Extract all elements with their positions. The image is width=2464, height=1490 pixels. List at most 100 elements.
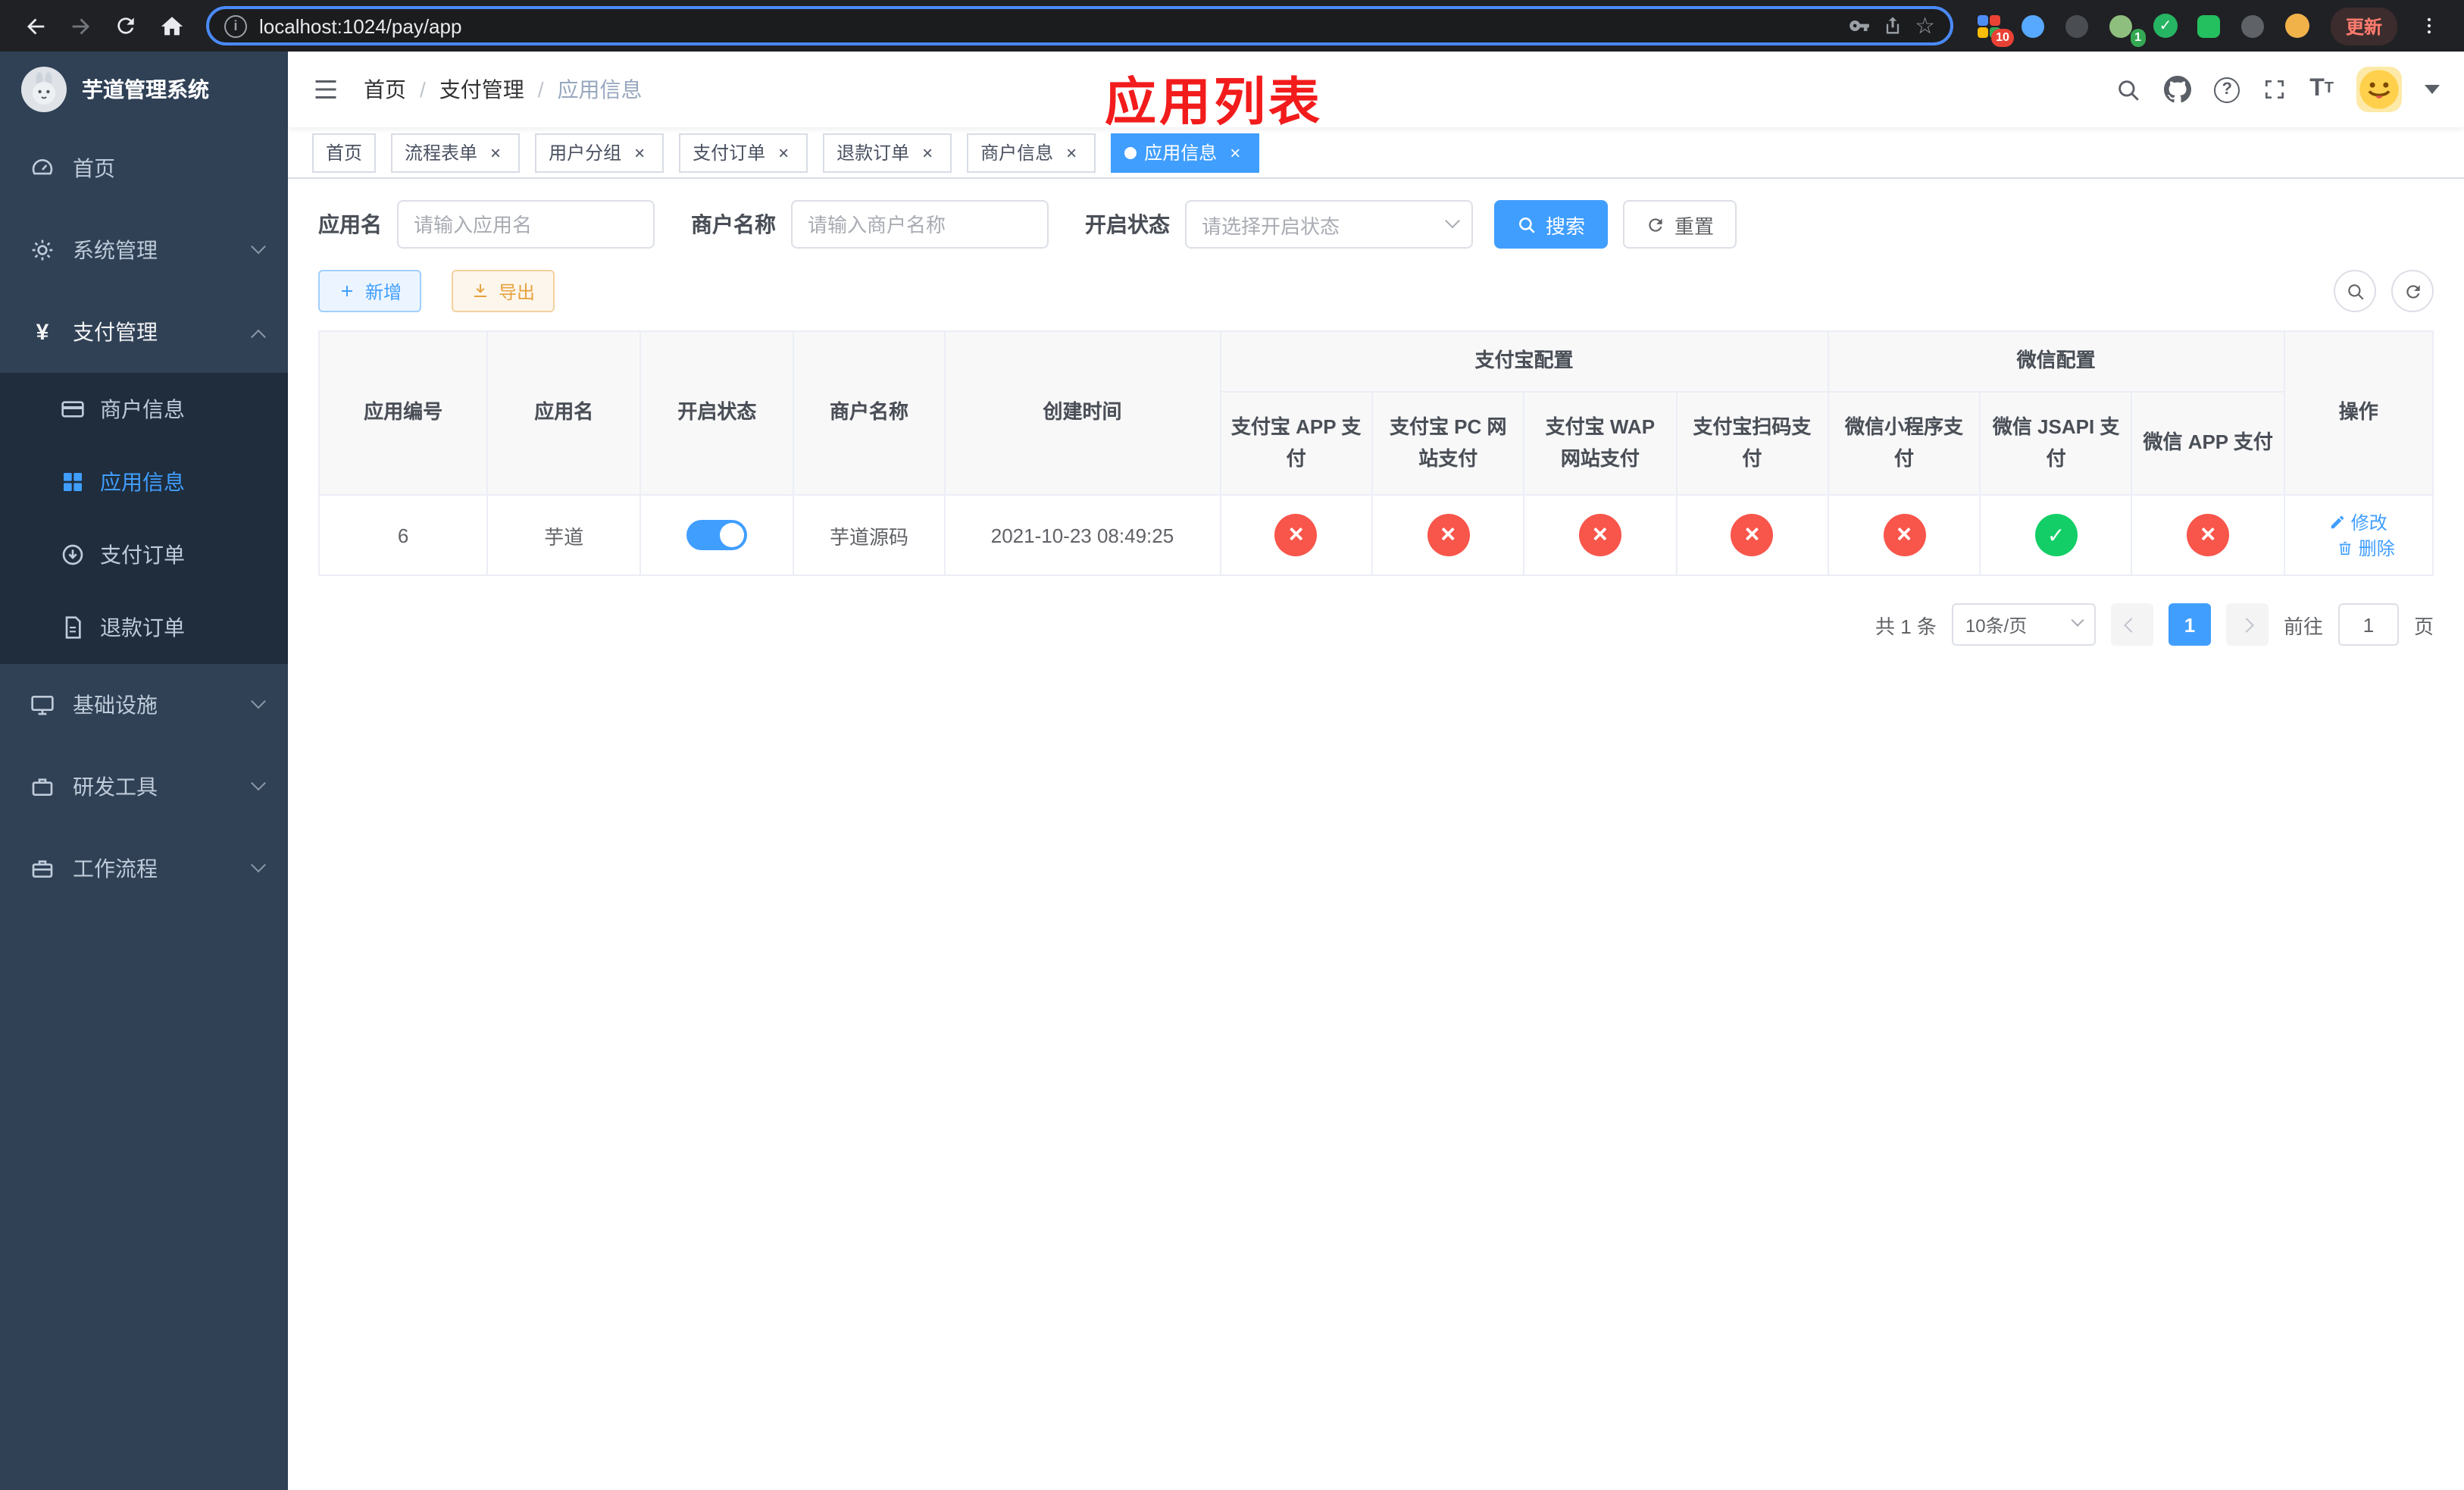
tab-close-icon[interactable] bbox=[773, 142, 794, 163]
browser-menu-icon[interactable] bbox=[2409, 6, 2449, 45]
sidebar-item-label: 系统管理 bbox=[73, 238, 158, 262]
search-icon[interactable] bbox=[2115, 77, 2141, 102]
col-header-wx-jsapi: 微信 JSAPI 支付 bbox=[1979, 391, 2133, 496]
download-icon bbox=[474, 284, 487, 297]
reset-button[interactable]: 重置 bbox=[1623, 200, 1737, 249]
font-size-icon[interactable] bbox=[2309, 77, 2334, 102]
status-select[interactable]: 请选择开启状态 bbox=[1185, 200, 1473, 249]
chevron-down-icon bbox=[251, 238, 266, 254]
next-page-button[interactable] bbox=[2225, 603, 2269, 646]
sidebar-item-refund-orders[interactable]: 退款订单 bbox=[0, 591, 288, 664]
grid-icon bbox=[61, 470, 85, 494]
tab-home[interactable]: 首页 bbox=[312, 133, 377, 172]
tab-close-icon[interactable] bbox=[917, 142, 938, 163]
tab-close-icon[interactable] bbox=[1061, 142, 1082, 163]
hamburger-icon[interactable] bbox=[312, 76, 339, 103]
status-toggle[interactable] bbox=[686, 520, 748, 550]
tab-user-group[interactable]: 用户分组 bbox=[535, 133, 664, 172]
extension-grid-icon[interactable]: 10 bbox=[1975, 11, 2014, 47]
app-name-label: 应用名 bbox=[318, 212, 382, 236]
extension-icon-face[interactable] bbox=[2282, 11, 2312, 41]
breadcrumb-payment[interactable]: 支付管理 bbox=[439, 74, 524, 105]
extension-icon-dark[interactable] bbox=[2062, 11, 2093, 41]
page-content: 应用名 商户名称 开启状态 请选择开启状态 bbox=[288, 179, 2464, 1490]
search-button[interactable]: 搜索 bbox=[1494, 200, 1609, 249]
delete-link[interactable]: 删除 bbox=[2337, 535, 2395, 561]
export-button[interactable]: 导出 bbox=[452, 270, 555, 312]
bookmark-star-icon[interactable] bbox=[1915, 12, 1935, 39]
extension-icon-green-check[interactable] bbox=[2150, 11, 2181, 41]
refresh-table-button[interactable] bbox=[2391, 270, 2434, 312]
sidebar-item-workflow[interactable]: 工作流程 bbox=[0, 828, 288, 909]
sidebar-item-infrastructure[interactable]: 基础设施 bbox=[0, 664, 288, 746]
address-bar[interactable]: localhost:1024/pay/app bbox=[206, 6, 1953, 45]
fullscreen-icon[interactable] bbox=[2262, 77, 2287, 102]
sidebar-item-label: 研发工具 bbox=[73, 775, 158, 799]
col-header-actions: 操作 bbox=[2283, 330, 2434, 496]
sidebar-item-home[interactable]: 首页 bbox=[0, 127, 288, 209]
col-header-alipay-wap: 支付宝 WAP 网站支付 bbox=[1523, 391, 1678, 496]
breadcrumb-home[interactable]: 首页 bbox=[364, 74, 406, 105]
reset-button-label: 重置 bbox=[1674, 214, 1715, 237]
sidebar-item-payment[interactable]: 支付管理 bbox=[0, 291, 288, 373]
navbar-actions bbox=[2115, 67, 2440, 112]
tab-close-icon[interactable] bbox=[1224, 142, 1246, 163]
sidebar-item-merchant-info[interactable]: 商户信息 bbox=[0, 373, 288, 446]
tab-process-form[interactable]: 流程表单 bbox=[391, 133, 521, 172]
prev-page-button[interactable] bbox=[2110, 603, 2153, 646]
tab-merchant-info[interactable]: 商户信息 bbox=[967, 133, 1096, 172]
tab-app-info[interactable]: 应用信息 bbox=[1111, 133, 1260, 172]
sidebar-item-label: 商户信息 bbox=[100, 397, 185, 421]
sidebar-item-label: 应用信息 bbox=[100, 470, 185, 494]
sidebar-item-system[interactable]: 系统管理 bbox=[0, 209, 288, 291]
edit-link-label: 修改 bbox=[2350, 512, 2387, 534]
col-header-alipay-app: 支付宝 APP 支付 bbox=[1219, 391, 1373, 496]
cell-id: 6 bbox=[317, 494, 489, 576]
breadcrumb-separator bbox=[420, 77, 426, 102]
app-name-input[interactable] bbox=[397, 200, 655, 249]
pencil-icon bbox=[2331, 515, 2344, 529]
password-key-icon[interactable] bbox=[1848, 15, 1869, 36]
col-header-status: 开启状态 bbox=[639, 330, 795, 496]
toggle-search-button[interactable] bbox=[2334, 270, 2376, 312]
tab-refund-orders[interactable]: 退款订单 bbox=[823, 133, 952, 172]
goto-page-input[interactable] bbox=[2337, 603, 2399, 646]
sidebar-item-dev-tools[interactable]: 研发工具 bbox=[0, 746, 288, 828]
help-icon[interactable] bbox=[2214, 77, 2240, 102]
extension-icon-profile[interactable]: 1 bbox=[2106, 11, 2146, 47]
alipay-wap-status-icon bbox=[1578, 514, 1621, 556]
group-header-alipay: 支付宝配置 bbox=[1219, 330, 1829, 393]
screen: localhost:1024/pay/app 10 1 更新 bbox=[0, 0, 2464, 1490]
github-icon[interactable] bbox=[2164, 76, 2192, 103]
forward-icon[interactable] bbox=[61, 6, 100, 45]
refresh-icon[interactable] bbox=[106, 6, 145, 45]
browser-update-button[interactable]: 更新 bbox=[2330, 7, 2397, 45]
extension-icon-blue[interactable] bbox=[2018, 11, 2049, 41]
home-icon[interactable] bbox=[152, 6, 191, 45]
avatar[interactable] bbox=[2356, 67, 2402, 112]
sidebar-item-pay-orders[interactable]: 支付订单 bbox=[0, 518, 288, 591]
extension-icon-green-square[interactable] bbox=[2194, 11, 2225, 41]
back-icon[interactable] bbox=[15, 6, 55, 45]
merchant-name-input[interactable] bbox=[791, 200, 1049, 249]
cell-created: 2021-10-23 08:49:25 bbox=[943, 494, 1221, 576]
tab-close-icon[interactable] bbox=[485, 142, 506, 163]
site-info-icon[interactable] bbox=[224, 14, 247, 37]
export-button-label: 导出 bbox=[499, 281, 536, 302]
tab-close-icon[interactable] bbox=[629, 142, 650, 163]
add-button[interactable]: 新增 bbox=[318, 270, 422, 312]
sidebar-item-app-info[interactable]: 应用信息 bbox=[0, 446, 288, 518]
extension-icon-puzzle[interactable] bbox=[2238, 11, 2269, 41]
share-icon[interactable] bbox=[1881, 15, 1903, 36]
url-text[interactable]: localhost:1024/pay/app bbox=[259, 14, 1836, 37]
toolbox-icon bbox=[30, 775, 55, 799]
page-size-select[interactable]: 10条/页 bbox=[1951, 603, 2096, 646]
order-circle-icon bbox=[61, 543, 85, 567]
edit-link[interactable]: 修改 bbox=[2330, 509, 2387, 535]
page-number-button[interactable]: 1 bbox=[2168, 603, 2211, 646]
wx-app-status-icon bbox=[2187, 514, 2230, 556]
table-row: 6 芋道 芋道源码 2021-10-23 08:49:25 × × × × × … bbox=[317, 494, 2434, 576]
chevron-down-icon[interactable] bbox=[2425, 85, 2440, 94]
tab-pay-orders[interactable]: 支付订单 bbox=[679, 133, 808, 172]
logo[interactable]: 芋道管理系统 bbox=[0, 52, 288, 127]
